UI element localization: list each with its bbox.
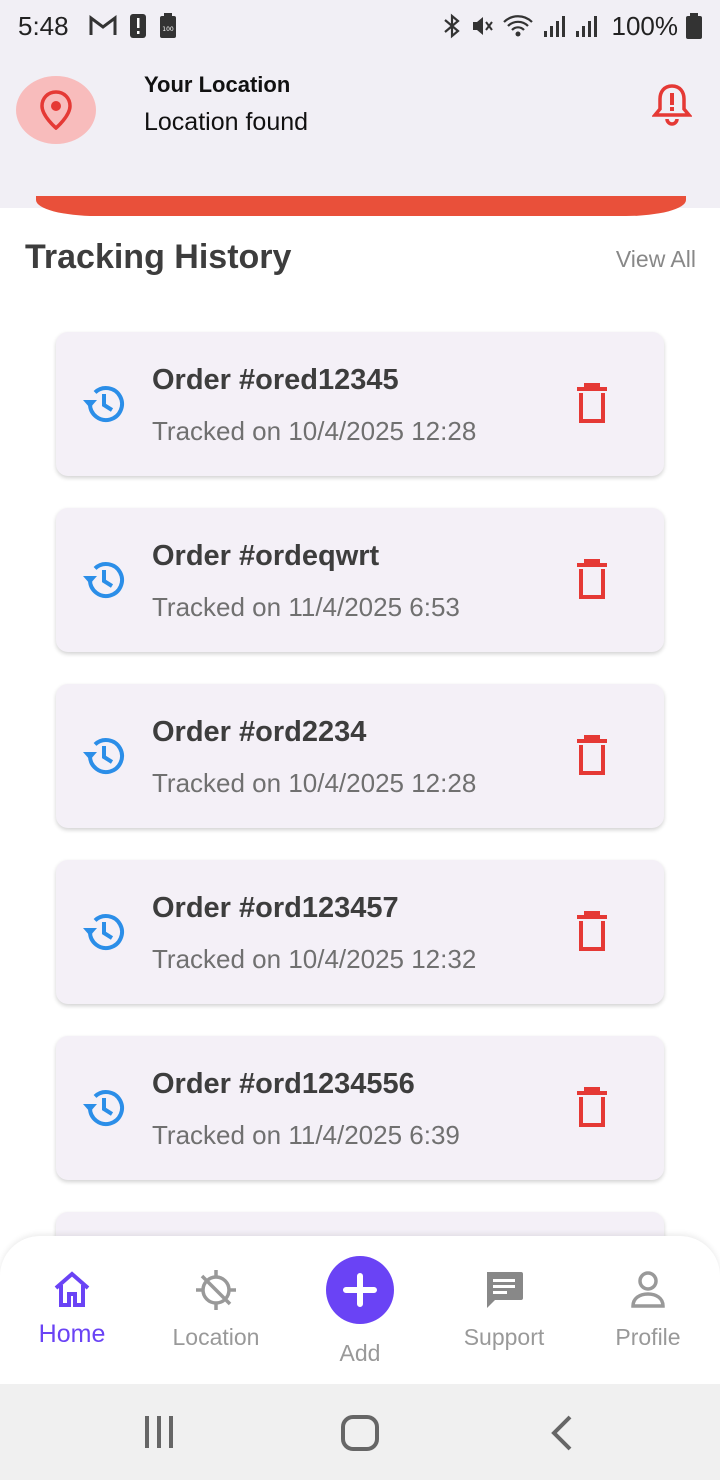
person-icon — [631, 1271, 665, 1308]
status-notification-icons: 100 — [89, 13, 177, 39]
battery-small-icon: 100 — [159, 13, 176, 38]
location-off-icon — [196, 1270, 236, 1310]
back-icon[interactable] — [548, 1414, 576, 1452]
location-title: Your Location — [144, 72, 291, 97]
bluetooth-icon — [443, 13, 460, 39]
recent-apps-icon[interactable] — [142, 1414, 176, 1450]
mute-icon — [472, 17, 493, 35]
home-system-icon[interactable] — [340, 1414, 380, 1452]
history-icon — [83, 914, 124, 950]
location-pin-icon — [40, 90, 72, 130]
wifi-icon — [502, 15, 533, 37]
alert-bell-icon[interactable] — [652, 82, 692, 126]
nav-profile-label: Profile — [615, 1324, 681, 1350]
view-all-link[interactable]: View All — [616, 246, 696, 273]
gmail-icon — [89, 15, 117, 35]
order-title: Order #ord2234 — [152, 716, 367, 748]
list-item[interactable]: Order #ord1234556 Tracked on 11/4/2025 6:… — [56, 1036, 664, 1180]
delete-icon[interactable] — [574, 910, 610, 952]
location-avatar — [16, 76, 96, 144]
nav-support-label: Support — [463, 1324, 545, 1350]
history-icon — [83, 386, 124, 422]
list-item[interactable]: Order #ord123457 Tracked on 10/4/2025 12:… — [56, 860, 664, 1004]
svg-text:100: 100 — [162, 26, 174, 33]
battery-percent: 100% — [611, 10, 679, 41]
add-button[interactable] — [326, 1256, 394, 1324]
plus-icon — [343, 1273, 377, 1307]
order-title: Order #ored12345 — [152, 364, 399, 396]
nav-profile[interactable]: Profile — [576, 1236, 720, 1384]
home-icon — [54, 1271, 90, 1307]
list-item[interactable]: Order #ored12345 Tracked on 10/4/2025 12:… — [56, 332, 664, 476]
bottom-navigation: Home Location Add Support Profile — [0, 1236, 720, 1384]
nav-home[interactable]: Home — [0, 1236, 144, 1384]
tracked-date: Tracked on 10/4/2025 12:32 — [152, 944, 477, 974]
signal-icon — [575, 16, 597, 37]
system-navigation — [0, 1384, 720, 1480]
status-time: 5:48 — [18, 10, 69, 41]
chat-icon — [487, 1272, 523, 1308]
delete-icon[interactable] — [574, 382, 610, 424]
order-title: Order #ord1234556 — [152, 1068, 415, 1100]
delete-icon[interactable] — [574, 1086, 610, 1128]
history-icon — [83, 738, 124, 774]
history-icon — [83, 562, 124, 598]
nav-location[interactable]: Location — [144, 1236, 288, 1384]
signal-icon — [543, 16, 565, 37]
alert-icon — [129, 14, 146, 38]
list-item[interactable]: Order #ord2234 Tracked on 10/4/2025 12:28 — [56, 684, 664, 828]
nav-location-label: Location — [172, 1324, 260, 1350]
delete-icon[interactable] — [574, 734, 610, 776]
tracked-date: Tracked on 11/4/2025 6:39 — [152, 1120, 460, 1150]
nav-support[interactable]: Support — [432, 1236, 576, 1384]
history-icon — [83, 1090, 124, 1126]
order-title: Order #ord123457 — [152, 892, 399, 924]
delete-icon[interactable] — [574, 558, 610, 600]
battery-icon — [686, 13, 702, 39]
tracked-date: Tracked on 10/4/2025 12:28 — [152, 416, 477, 446]
tracked-date: Tracked on 11/4/2025 6:53 — [152, 592, 460, 622]
tracked-date: Tracked on 10/4/2025 12:28 — [152, 768, 477, 798]
location-status: Location found — [144, 108, 309, 136]
section-title: Tracking History — [25, 238, 292, 276]
list-item[interactable]: Order #ordeqwrt Tracked on 11/4/2025 6:53 — [56, 508, 664, 652]
nav-home-label: Home — [38, 1320, 106, 1348]
location-header: Your Location Location found — [0, 52, 720, 208]
status-system-icons: 100% — [442, 10, 702, 42]
order-title: Order #ordeqwrt — [152, 540, 380, 572]
status-bar: 5:48 100 100% — [0, 0, 720, 52]
nav-add-label: Add — [339, 1340, 381, 1366]
map-card-edge — [36, 196, 686, 216]
